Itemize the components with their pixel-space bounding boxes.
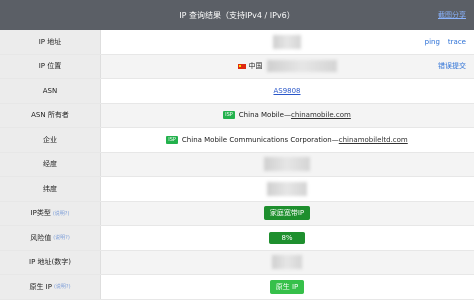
redacted-location — [266, 60, 337, 73]
redacted-ip-number — [272, 255, 302, 270]
row-value: ISP China Mobile— chinamobile.com — [100, 104, 474, 128]
row-label: 风险值 (说明?) — [0, 226, 101, 250]
row-risk: 风险值 (说明?) 8% — [0, 226, 474, 251]
row-label: IP 地址(数字) — [0, 250, 101, 274]
label-text: 原生 IP — [29, 282, 52, 291]
ip-tools: ping trace — [425, 30, 466, 54]
row-ip-address: IP 地址 ping trace — [0, 30, 474, 55]
row-value — [100, 153, 474, 177]
row-asn: ASN AS9808 — [0, 79, 474, 104]
row-ip-type: IP类型 (说明?) 家庭宽带IP — [0, 201, 474, 226]
row-value — [100, 177, 474, 201]
label-text: 风险值 — [30, 233, 52, 242]
company-text: China Mobile Communications Corporation— — [181, 135, 339, 144]
row-label: 纬度 — [0, 177, 101, 201]
company-link[interactable]: chinamobileltd.com — [339, 136, 408, 144]
redacted-ip — [273, 34, 301, 49]
row-value — [100, 30, 474, 54]
row-label: 原生 IP (说明?) — [0, 275, 101, 299]
country-text: 中国 — [248, 62, 263, 71]
row-label: ASN — [0, 79, 101, 103]
row-ip-numeric: IP 地址(数字) — [0, 250, 474, 275]
isp-tag: ISP — [166, 135, 178, 144]
report-error-link[interactable]: 错误提交 — [438, 61, 466, 71]
row-value: 8% — [100, 226, 474, 250]
row-asn-owner: ASN 所有者 ISP China Mobile— chinamobile.co… — [0, 103, 474, 128]
ip-type-badge: 家庭宽带IP — [263, 206, 311, 221]
ip-result-table: IP 地址 ping trace IP 位置 中国 错误提交 ASN AS980… — [0, 30, 474, 300]
ping-link[interactable]: ping — [425, 38, 440, 46]
row-latitude: 纬度 — [0, 177, 474, 202]
header-title: IP 查询结果（支持IPv4 / IPv6） — [179, 11, 295, 20]
label-text: IP类型 — [30, 209, 51, 218]
row-value: 原生 IP — [100, 275, 474, 299]
redacted-latitude — [267, 181, 307, 196]
row-company: 企业 ISP China Mobile Communications Corpo… — [0, 128, 474, 153]
row-label: ASN 所有者 — [0, 103, 101, 127]
row-native-ip: 原生 IP (说明?) 原生 IP — [0, 275, 474, 300]
row-value: 家庭宽带IP — [100, 202, 474, 226]
row-label: IP 位置 — [0, 54, 101, 78]
row-label: IP类型 (说明?) — [0, 201, 101, 225]
screenshot-share-link[interactable]: 截图分享 — [438, 10, 466, 20]
row-ip-location: IP 位置 中国 错误提交 — [0, 54, 474, 79]
row-label: 企业 — [0, 128, 101, 152]
row-value: AS9808 — [100, 79, 474, 103]
result-header: IP 查询结果（支持IPv4 / IPv6） 截图分享 — [0, 0, 474, 30]
help-link[interactable]: (说明?) — [54, 283, 71, 290]
risk-badge: 8% — [269, 231, 305, 244]
row-value: ISP China Mobile Communications Corporat… — [100, 128, 474, 152]
asn-owner-link[interactable]: chinamobile.com — [291, 111, 351, 119]
asn-owner-text: China Mobile— — [238, 111, 291, 120]
row-label: 经度 — [0, 152, 101, 176]
help-link[interactable]: (说明?) — [53, 210, 70, 217]
location-actions: 错误提交 — [438, 55, 466, 79]
row-value: 中国 — [100, 55, 474, 79]
help-link[interactable]: (说明?) — [53, 234, 70, 241]
row-label: IP 地址 — [0, 30, 101, 54]
china-flag-icon — [237, 63, 246, 69]
isp-tag: ISP — [223, 111, 235, 120]
native-ip-badge: 原生 IP — [269, 279, 305, 294]
redacted-longitude — [264, 157, 310, 172]
asn-link[interactable]: AS9808 — [273, 87, 300, 95]
row-value — [100, 251, 474, 275]
trace-link[interactable]: trace — [448, 38, 466, 46]
row-longitude: 经度 — [0, 152, 474, 177]
